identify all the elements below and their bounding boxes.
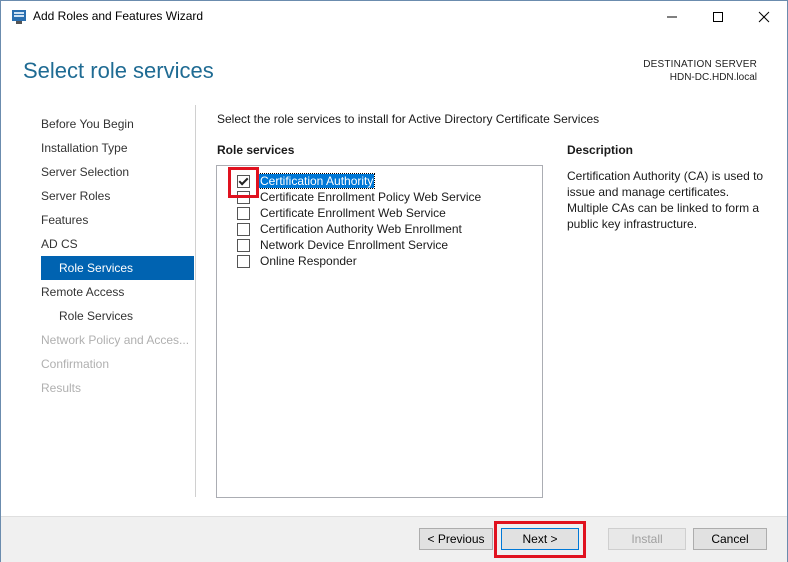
role-service-label[interactable]: Certification Authority <box>257 173 376 189</box>
role-service-row[interactable]: Online Responder <box>237 253 482 269</box>
destination-server-name: HDN-DC.HDN.local <box>669 72 757 83</box>
annotation-highlight-checkbox <box>228 167 259 198</box>
role-service-label[interactable]: Online Responder <box>259 254 358 268</box>
nav-item-results: Results <box>41 381 82 395</box>
window-title: Add Roles and Features Wizard <box>33 9 204 23</box>
wizard-window: Add Roles and Features Wizard Select rol… <box>0 0 788 562</box>
role-services-list[interactable]: Certification Authority Certificate Enro… <box>216 165 543 498</box>
role-service-row[interactable]: Certificate Enrollment Web Service <box>237 205 482 221</box>
minimize-button[interactable] <box>649 1 695 32</box>
nav-item-before-you-begin[interactable]: Before You Begin <box>41 112 194 136</box>
description-text: Certification Authority (CA) is used to … <box>567 169 764 231</box>
wizard-nav: Before You Begin Installation Type Serve… <box>41 112 194 400</box>
destination-server-label: DESTINATION SERVER <box>643 59 757 70</box>
checkbox[interactable] <box>237 238 250 252</box>
role-service-row[interactable]: Certification Authority Web Enrollment <box>237 221 482 237</box>
title-bar[interactable]: Add Roles and Features Wizard <box>1 1 787 32</box>
install-button: Install <box>608 528 686 550</box>
nav-item-network-policy: Network Policy and Acces... <box>41 333 190 347</box>
close-icon <box>758 11 770 22</box>
role-service-row[interactable]: Network Device Enrollment Service <box>237 237 482 253</box>
server-manager-icon <box>11 9 27 25</box>
role-service-label[interactable]: Certification Authority Web Enrollment <box>259 222 463 236</box>
role-services-header: Role services <box>217 143 295 157</box>
nav-item-features[interactable]: Features <box>41 208 194 232</box>
nav-item-server-selection[interactable]: Server Selection <box>41 160 194 184</box>
page-title: Select role services <box>23 58 214 83</box>
role-service-row[interactable]: Certification Authority <box>237 173 482 189</box>
minimize-icon <box>667 16 677 17</box>
maximize-button[interactable] <box>695 1 741 32</box>
checkbox[interactable] <box>237 254 250 268</box>
role-service-label[interactable]: Certificate Enrollment Policy Web Servic… <box>259 190 482 204</box>
nav-item-server-roles[interactable]: Server Roles <box>41 184 194 208</box>
nav-item-confirmation: Confirmation <box>41 357 110 371</box>
description-header: Description <box>567 143 634 157</box>
checkbox[interactable] <box>237 222 250 236</box>
cancel-button[interactable]: Cancel <box>693 528 767 550</box>
checkbox[interactable] <box>237 206 250 220</box>
nav-item-adcs-role-services[interactable]: Role Services <box>41 256 194 280</box>
nav-item-ra-role-services[interactable]: Role Services <box>41 304 194 328</box>
maximize-icon <box>713 11 723 22</box>
nav-divider <box>195 105 196 497</box>
close-button[interactable] <box>741 1 787 32</box>
nav-item-installation-type[interactable]: Installation Type <box>41 136 194 160</box>
annotation-highlight-next <box>494 521 586 558</box>
role-service-label[interactable]: Certificate Enrollment Web Service <box>259 206 447 220</box>
role-service-label[interactable]: Network Device Enrollment Service <box>259 238 449 252</box>
role-service-row[interactable]: Certificate Enrollment Policy Web Servic… <box>237 189 482 205</box>
previous-button[interactable]: < Previous <box>419 528 493 550</box>
nav-item-ad-cs[interactable]: AD CS <box>41 232 194 256</box>
instruction-text: Select the role services to install for … <box>217 112 600 126</box>
nav-item-remote-access[interactable]: Remote Access <box>41 280 194 304</box>
